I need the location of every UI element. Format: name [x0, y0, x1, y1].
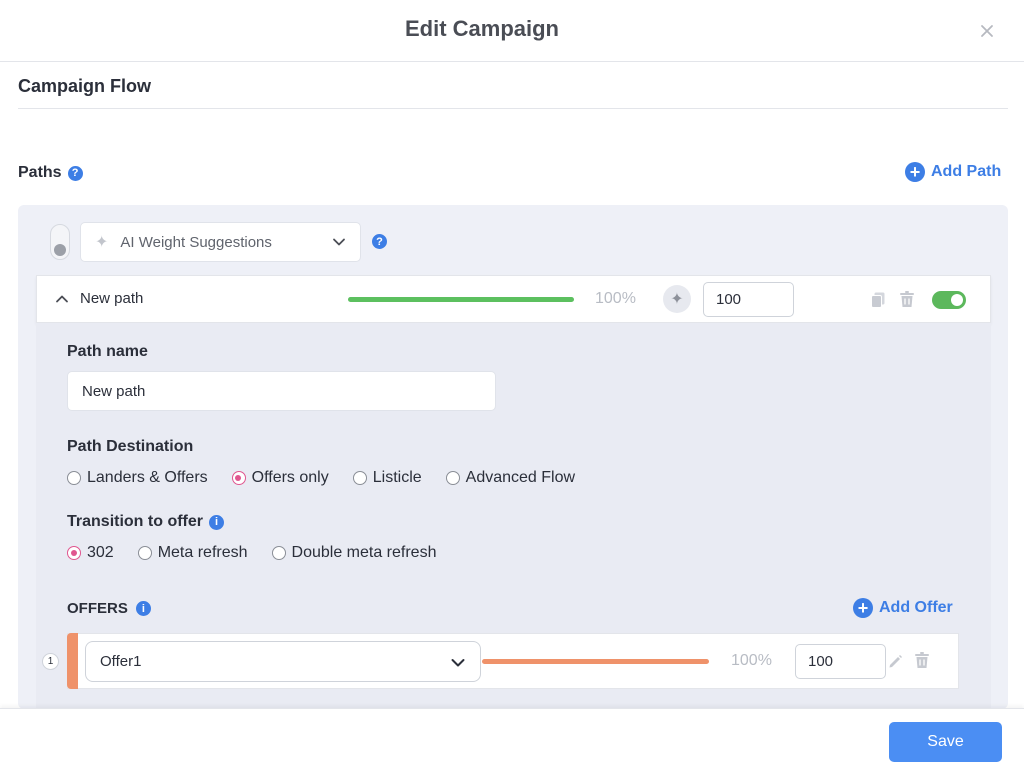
toggle-knob — [951, 294, 963, 306]
plus-circle-icon: + — [905, 162, 925, 182]
offer-weight-bar — [482, 659, 709, 664]
sparkle-icon: ✦ — [670, 291, 684, 308]
chevron-up-icon[interactable] — [55, 292, 69, 306]
transition-label: Transition to offer i — [67, 513, 224, 531]
paths-label: Paths ? — [18, 164, 83, 182]
path-weight-bar — [348, 297, 574, 302]
section-divider — [18, 108, 1008, 109]
modal-title: Edit Campaign — [404, 16, 559, 41]
radio-dot — [352, 471, 367, 485]
path-title: New path — [80, 290, 144, 307]
ai-weight-select[interactable]: ✦ AI Weight Suggestions — [80, 222, 361, 262]
switch-knob — [54, 244, 66, 256]
offers-label-text: OFFERS — [67, 600, 128, 617]
path-name-label-text: Path name — [67, 343, 148, 360]
question-icon[interactable]: ? — [372, 234, 387, 249]
add-path-label: Add Path — [931, 163, 1002, 180]
path-name-input[interactable] — [67, 371, 496, 411]
radio-double-meta-refresh[interactable]: Double meta refresh — [271, 544, 437, 562]
radio-dot — [445, 471, 460, 485]
destination-radio-group: Landers & Offers Offers only Listicle Ad… — [67, 469, 599, 487]
trash-icon[interactable] — [899, 291, 915, 308]
add-path-button[interactable]: + Add Path — [905, 162, 1001, 182]
path-name-label: Path name — [67, 343, 148, 361]
radio-dot — [137, 546, 152, 560]
radio-dot — [271, 546, 286, 560]
offer-color-stripe — [67, 633, 78, 689]
chevron-down-icon — [451, 659, 465, 667]
radio-dot — [67, 546, 81, 560]
modal-footer — [0, 708, 1024, 772]
offer-weight-input[interactable] — [795, 644, 886, 679]
plus-circle-icon: + — [853, 598, 873, 618]
save-button[interactable]: Save — [889, 722, 1002, 762]
add-offer-button[interactable]: + Add Offer — [853, 598, 953, 618]
radio-label: Double meta refresh — [291, 544, 437, 561]
radio-label: Meta refresh — [157, 544, 248, 561]
radio-listicle[interactable]: Listicle — [352, 469, 422, 487]
paths-label-text: Paths — [18, 164, 62, 181]
radio-label: Offers only — [251, 469, 329, 486]
radio-landers-offers[interactable]: Landers & Offers — [67, 469, 208, 487]
ai-weight-switch[interactable] — [50, 224, 70, 260]
radio-meta-refresh[interactable]: Meta refresh — [137, 544, 248, 562]
question-icon[interactable]: ? — [67, 165, 83, 181]
path-row: New path 100% ✦ — [36, 275, 991, 323]
info-icon[interactable]: i — [209, 514, 224, 530]
radio-dot — [231, 471, 246, 485]
section-title: Campaign Flow — [18, 76, 152, 96]
transition-label-text: Transition to offer — [67, 513, 203, 530]
info-icon[interactable]: i — [135, 601, 151, 616]
offer-select[interactable]: Offer1 — [85, 641, 481, 682]
offer-select-value: Offer1 — [100, 653, 142, 670]
radio-dot — [67, 471, 81, 485]
close-icon — [981, 25, 993, 37]
offer-index-badge: 1 — [42, 653, 59, 670]
path-active-toggle[interactable] — [932, 291, 966, 309]
modal-header: Edit Campaign — [0, 0, 1024, 62]
radio-302[interactable]: 302 — [67, 544, 114, 562]
radio-label: Advanced Flow — [465, 469, 576, 486]
offers-label: OFFERS i — [67, 600, 151, 617]
radio-label: Listicle — [372, 469, 422, 486]
copy-icon[interactable] — [871, 292, 885, 308]
transition-radio-group: 302 Meta refresh Double meta refresh — [67, 544, 460, 562]
close-button[interactable] — [978, 22, 996, 40]
pencil-icon[interactable] — [887, 653, 904, 670]
path-destination-label-text: Path Destination — [67, 438, 194, 455]
ai-suggest-button[interactable]: ✦ — [663, 285, 691, 313]
radio-advanced-flow[interactable]: Advanced Flow — [445, 469, 576, 487]
ai-weight-label: AI Weight Suggestions — [120, 233, 272, 251]
radio-label: 302 — [87, 544, 114, 561]
offer-percent: 100% — [731, 652, 772, 669]
chevron-down-icon — [333, 238, 345, 246]
path-destination-label: Path Destination — [67, 438, 193, 456]
radio-label: Landers & Offers — [87, 469, 208, 486]
radio-offers-only[interactable]: Offers only — [231, 469, 329, 487]
add-offer-label: Add Offer — [879, 599, 953, 616]
path-weight-input[interactable] — [703, 282, 794, 317]
trash-icon[interactable] — [914, 652, 930, 669]
sparkle-icon: ✦ — [95, 234, 109, 251]
path-percent: 100% — [595, 290, 636, 307]
